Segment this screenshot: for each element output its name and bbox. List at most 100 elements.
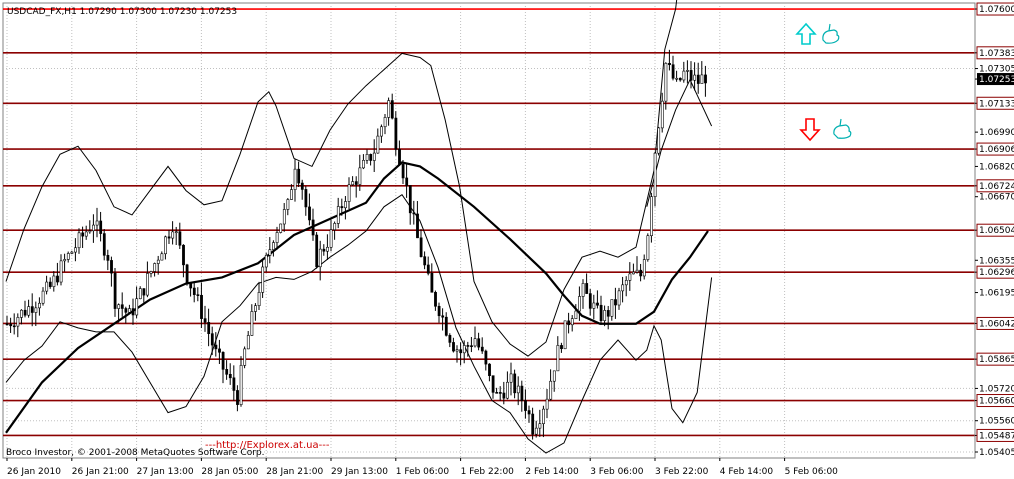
candle-body <box>657 127 661 154</box>
candle-body <box>322 248 326 252</box>
candle-body <box>419 237 423 257</box>
candle-body <box>225 369 229 375</box>
candle-body <box>106 254 110 261</box>
candle-body <box>347 184 351 202</box>
candle-body <box>23 309 27 316</box>
candle-body <box>437 305 441 317</box>
candle-body <box>95 220 99 226</box>
candle-body <box>210 333 214 346</box>
candle-body <box>675 77 679 80</box>
y-tick-label: 1.05487 <box>979 431 1014 441</box>
candle-body <box>693 74 697 81</box>
candle-body <box>567 320 571 326</box>
candle-body <box>624 280 628 286</box>
candle-body <box>59 260 63 283</box>
x-tick-label: 26 Jan 21:00 <box>72 467 129 477</box>
candle-body <box>390 100 394 119</box>
candle-body <box>326 246 329 252</box>
candle-body <box>668 63 671 66</box>
candle-body <box>282 209 286 225</box>
candle-body <box>682 70 686 81</box>
candle-body <box>354 181 358 185</box>
candle-body <box>88 230 92 233</box>
candle-body <box>30 306 34 313</box>
y-tick-label: 1.06820 <box>979 162 1014 172</box>
y-tick-label: 1.06670 <box>979 193 1014 203</box>
candle-body <box>56 275 59 283</box>
candle-body <box>430 273 434 293</box>
candle-body <box>254 305 257 312</box>
candle-body <box>434 291 437 307</box>
candle-body <box>268 249 272 256</box>
candle-body <box>92 224 95 232</box>
candle-body <box>538 423 542 429</box>
candle-body <box>664 63 668 102</box>
candle-body <box>214 344 218 350</box>
x-tick-label: 1 Feb 22:00 <box>461 467 515 477</box>
candle-body <box>614 299 617 306</box>
candle-body <box>45 281 49 292</box>
candle-body <box>279 223 283 233</box>
candle-body <box>700 74 704 84</box>
candle-body <box>228 374 232 379</box>
candle-body <box>153 263 157 272</box>
candle-body <box>48 281 52 287</box>
candle-body <box>336 206 340 224</box>
candle-body <box>77 232 81 249</box>
candle-body <box>444 316 448 336</box>
y-tick-label: 1.06724 <box>979 182 1014 192</box>
candle-body <box>189 282 193 289</box>
candle-body <box>351 181 355 186</box>
candle-body <box>41 290 45 304</box>
candle-body <box>408 185 412 214</box>
candle-body <box>218 348 221 353</box>
candle-body <box>401 164 405 179</box>
candle-body <box>570 318 574 326</box>
candle-body <box>5 323 9 326</box>
candle-body <box>599 304 603 321</box>
candle-body <box>232 377 236 391</box>
candle-body <box>650 196 653 236</box>
candle-body <box>498 392 502 394</box>
candle-body <box>524 400 527 411</box>
candle-body <box>264 254 268 268</box>
candle-body <box>192 287 196 295</box>
candle-body <box>588 293 592 309</box>
candle-body <box>394 117 398 150</box>
y-axis: 1.076001.073831.073051.072531.071331.069… <box>974 2 1014 458</box>
candle-body <box>9 323 13 327</box>
candle-body <box>506 381 509 399</box>
candle-body <box>527 410 531 415</box>
candle-body <box>513 373 517 394</box>
candle-body <box>239 365 243 405</box>
candle-body <box>66 253 70 260</box>
candle-body <box>617 290 621 306</box>
candle-body <box>178 231 182 246</box>
candlestick-chart: 1.076001.073831.073051.072531.071331.069… <box>2 0 1014 477</box>
candle-body <box>520 385 524 401</box>
candle-body <box>315 234 319 268</box>
x-tick-label: 27 Jan 13:00 <box>137 467 194 477</box>
x-tick-label: 5 Feb 06:00 <box>785 467 839 477</box>
candle-body <box>63 259 67 262</box>
candle-body <box>221 351 225 370</box>
candle-body <box>466 345 470 347</box>
candle-body <box>459 349 463 354</box>
candle-body <box>138 288 142 300</box>
candle-body <box>534 427 538 435</box>
candle-body <box>243 348 247 366</box>
x-tick-label: 28 Jan 21:00 <box>266 467 323 477</box>
candle-body <box>646 235 650 260</box>
candle-body <box>495 392 499 394</box>
candle-body <box>632 271 635 275</box>
candle-body <box>448 335 452 343</box>
candle-body <box>102 233 106 256</box>
candle-body <box>250 311 254 336</box>
candle-body <box>203 318 207 323</box>
candle-body <box>20 309 23 318</box>
candle-body <box>488 363 491 376</box>
candle-body <box>480 346 484 352</box>
candle-body <box>416 213 419 239</box>
candle-body <box>38 302 41 309</box>
y-tick-label: 1.06355 <box>979 256 1014 266</box>
